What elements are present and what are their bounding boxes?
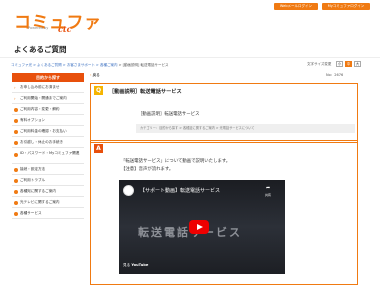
answer-text: 「転送電話サービス」について動画で説明いたします。 [121, 159, 231, 164]
font-size-medium-button[interactable]: 中 [345, 61, 352, 67]
logo-subtitle: Powered by [28, 26, 49, 30]
bullet-icon [14, 107, 18, 112]
youtube-logo: YouTube [131, 263, 149, 267]
bullet-icon [14, 200, 18, 205]
play-button-icon[interactable] [189, 220, 209, 234]
page-title-bar: よくあるご質問 [0, 40, 380, 58]
answer-box: A 「転送電話サービス」について動画で説明いたします。 【注意】音声が流れます。… [90, 140, 358, 285]
font-size-large-button[interactable]: 大 [354, 61, 361, 67]
chevron-right-icon: › [14, 85, 16, 90]
sidebar-item-label: 有料オプション [20, 118, 46, 122]
sidebar-item-label: お申し込み前にお済ませ [20, 85, 60, 89]
site-header: コミュファ Powered by ctc Webメールログイン Myコミュファロ… [0, 0, 380, 40]
ctc-logo: ctc [58, 24, 72, 34]
sidebar-item-contract[interactable]: ご利用内容・変更・解約 [12, 104, 84, 115]
sidebar-item-label: 光テレビに関するご案内 [20, 200, 60, 204]
share-label: 共有 [265, 193, 272, 197]
chevron-right-icon: › [14, 96, 16, 101]
watch-prefix: 見る [123, 263, 131, 267]
bullet-icon [14, 167, 18, 172]
mycommufa-login-button[interactable]: Myコミュファログイン [322, 3, 370, 10]
sidebar-item-id-password[interactable]: ID・パスワード・Myコミュファ関連 [12, 148, 84, 164]
sidebar-item-options[interactable]: 有料オプション [12, 115, 84, 126]
question-number: No：2676 [326, 73, 344, 77]
share-icon[interactable]: ➦ [266, 185, 270, 191]
sidebar-item-label: 各種サービス [20, 211, 42, 215]
bullet-icon [14, 153, 18, 157]
back-link[interactable]: ‹ 戻る [90, 73, 100, 78]
breadcrumb-links[interactable]: コミュファ光 > よくあるご質問 > お客さまサポート > 各種ご案内 [11, 63, 117, 67]
sidebar-item-phone-guide[interactable]: 各種宛に関するご案内 [12, 186, 84, 197]
sidebar-item-trouble[interactable]: ご利用トラブル [12, 175, 84, 186]
watch-on-youtube-link[interactable]: 見る YouTube [123, 263, 148, 268]
webmail-login-button[interactable]: Webメールログイン [274, 3, 318, 10]
font-size-label: 文字サイズ変更 [307, 62, 332, 66]
sidebar-item-before-apply[interactable]: › お申し込み前にお済ませ [12, 82, 84, 93]
sidebar-item-moving[interactable]: お引越し・休止のお手続き [12, 137, 84, 148]
question-title: ［動画説明］転送電話サービス [109, 89, 182, 95]
sidebar: 目的から探す › お申し込み前にお済ませ › ご利用開始・開通までご案内 ご利用… [12, 73, 84, 219]
a-icon: A [94, 144, 103, 153]
bullet-icon [14, 211, 18, 216]
breadcrumb: コミュファ光 > よくあるご質問 > お客さまサポート > 各種ご案内 > [動… [11, 63, 169, 68]
sidebar-item-label: お引越し・休止のお手続き [20, 140, 64, 144]
sidebar-item-label: ご利用開始・開通までご案内 [20, 96, 67, 100]
sidebar-item-label: 各種宛に関するご案内 [20, 189, 56, 193]
bullet-icon [14, 118, 18, 123]
question-box: Q ［動画説明］転送電話サービス ［動画説明］転送電話サービス カテゴリー：目的… [90, 83, 358, 143]
sidebar-item-label: 接続・設定方法 [20, 167, 46, 171]
back-label: 戻る [92, 73, 100, 77]
sidebar-item-connection[interactable]: 接続・設定方法 [12, 164, 84, 175]
bullet-icon [14, 189, 18, 194]
q-icon: Q [94, 86, 103, 95]
page-title: よくあるご質問 [14, 45, 67, 54]
video-title[interactable]: 【サポート動画】転送電話サービス [140, 187, 220, 194]
channel-avatar-icon[interactable] [123, 185, 134, 196]
sidebar-item-services[interactable]: 各種サービス [12, 208, 84, 219]
breadcrumb-current: > [動画説明] 転送電話サービス [118, 63, 169, 67]
sidebar-item-label: ご利用トラブル [20, 178, 46, 182]
category-breadcrumb[interactable]: カテゴリー：目的から探す > 各種証に関するご案内 > 光電話サービスについて [136, 124, 355, 133]
sidebar-item-label: ID・パスワード・Myコミュファ関連 [20, 151, 80, 155]
bullet-icon [14, 140, 18, 145]
youtube-video-player[interactable]: 【サポート動画】転送電話サービス ➦ 共有 転送電話サービス 見る YouTub… [119, 180, 285, 274]
sidebar-item-tv-guide[interactable]: 光テレビに関するご案内 [12, 197, 84, 208]
font-size-small-button[interactable]: 小 [336, 61, 343, 67]
sidebar-item-label: ご利用料金の確認・お支払い [20, 129, 67, 133]
sidebar-item-billing[interactable]: ご利用料金の確認・お支払い [12, 126, 84, 137]
bullet-icon [14, 129, 18, 134]
sidebar-heading: 目的から探す [12, 73, 84, 82]
sidebar-item-start-guide[interactable]: › ご利用開始・開通までご案内 [12, 93, 84, 104]
sidebar-item-label: ご利用内容・変更・解約 [20, 107, 60, 111]
bullet-icon [14, 178, 18, 183]
answer-note: 【注意】音声が流れます。 [121, 167, 174, 172]
question-subtitle: ［動画説明］転送電話サービス [138, 112, 200, 117]
